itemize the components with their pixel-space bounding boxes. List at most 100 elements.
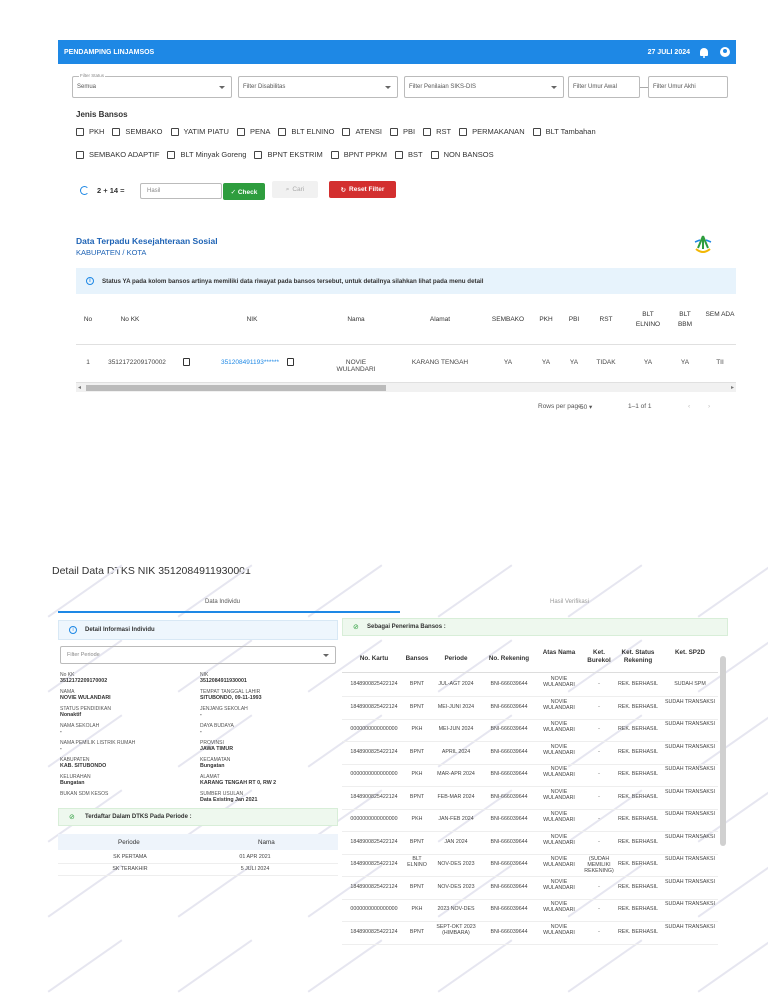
checkbox-box[interactable]	[112, 128, 121, 137]
checkbox-bpnt-ekstrim[interactable]: BPNT EKSTRIM	[254, 150, 323, 160]
checkbox-sembako[interactable]: SEMBAKO	[112, 127, 163, 137]
checkbox-box[interactable]	[459, 128, 468, 137]
bansos-cell: BNI-666039644	[490, 883, 528, 890]
checkbox-pkh[interactable]: PKH	[76, 127, 104, 137]
table-cell: 351208491193******	[220, 359, 280, 366]
bansos-cell: NOVIE WULANDARI	[543, 721, 575, 733]
reset-filter-button[interactable]: ↻ Reset Filter	[329, 181, 396, 198]
copy-kk-icon[interactable]	[183, 358, 190, 366]
field-value: Data Existing Jan 2021	[200, 797, 258, 803]
bansos-cell: BNI-666039644	[490, 816, 528, 822]
checkbox-box[interactable]	[423, 128, 432, 137]
umur-awal-placeholder: Filter Umur Awal	[573, 84, 617, 90]
checkbox-box[interactable]	[170, 128, 179, 137]
scrollbar-thumb[interactable]	[86, 385, 386, 391]
bansos-cell: SUDAH TRANSAKSI	[665, 766, 715, 772]
checkbox-yatim-piatu[interactable]: YATIM PIATU	[170, 127, 229, 137]
field-label: DAYA BUDAYA	[200, 723, 234, 729]
field-8: NAMA PEMILIK LISTRIK RUMAH -	[60, 740, 195, 752]
bansos-cell: SUDAH SPM	[674, 681, 706, 687]
watermark-stripe	[567, 564, 643, 618]
check-circle-icon: ⊘	[69, 814, 75, 821]
bansos-cell: PKH	[411, 906, 423, 912]
table-cell: TIDAK	[596, 359, 616, 366]
checkbox-non-bansos[interactable]: NON BANSOS	[430, 150, 494, 160]
status-filter-label: Filter Status	[79, 73, 106, 78]
checkbox-bpnt-ppkm[interactable]: BPNT PPKM	[330, 150, 387, 160]
checkbox-box[interactable]	[430, 151, 439, 160]
terdaftar-header: ⊘ Terdaftar Dalam DTKS Pada Periode :	[58, 808, 338, 826]
penilaian-filter-select[interactable]: Filter Penilaian SIKS-DIS	[404, 76, 564, 98]
checkbox-box[interactable]	[236, 128, 245, 137]
field-1: NIK 3512084911930001	[200, 672, 335, 684]
terdaftar-title: Terdaftar Dalam DTKS Pada Periode :	[85, 814, 192, 820]
checkbox-permakanan[interactable]: PERMAKANAN	[459, 127, 525, 137]
checkbox-blt-minyak-goreng[interactable]: BLT Minyak Goreng	[167, 150, 246, 160]
checkbox-label: SEMBAKO	[125, 127, 163, 136]
field-13: ALAMAT KARANG TENGAH RT 0, RW 2	[200, 774, 335, 786]
watermark-stripe	[437, 939, 513, 993]
bansos-column-header: Ket. SP2D	[674, 649, 706, 656]
checkbox-box[interactable]	[76, 151, 84, 160]
bansos-cell: -	[598, 816, 600, 822]
checkbox-box[interactable]	[167, 151, 176, 160]
bansos-cell: 0000000000000000	[350, 906, 398, 912]
checkbox-box[interactable]	[532, 128, 541, 137]
row-divider	[342, 831, 718, 832]
cari-button-label: Cari	[292, 186, 305, 193]
umur-awal-input[interactable]: Filter Umur Awal	[568, 76, 640, 98]
bansos-cell: -	[598, 771, 600, 777]
filter-periode-select[interactable]: Filter Periode	[60, 646, 336, 664]
checkbox-box[interactable]	[342, 128, 351, 137]
checkbox-bst[interactable]: BST	[394, 150, 423, 160]
bansos-cell: MAR-APR 2024	[437, 771, 475, 777]
bansos-cell: -	[598, 883, 600, 890]
bansos-cell: 1848900825422124	[350, 793, 398, 800]
checkbox-box[interactable]	[76, 128, 84, 137]
copy-nik-icon[interactable]	[287, 358, 294, 366]
page-range: 1–1 of 1	[628, 403, 652, 410]
scroll-right-icon[interactable]: ▸	[731, 384, 734, 391]
cari-button[interactable]: ⌕ Cari	[272, 181, 318, 198]
status-filter-select[interactable]: Filter Status Semua	[72, 73, 232, 98]
vertical-scrollbar[interactable]	[720, 656, 726, 846]
check-button[interactable]: ✓ Check	[223, 183, 265, 200]
horizontal-scrollbar[interactable]: ◂ ▸	[76, 382, 736, 392]
checkbox-pbi[interactable]: PBI	[390, 127, 415, 137]
captcha-input-placeholder: Hasil	[147, 188, 161, 194]
umur-akhir-input[interactable]: Filter Umur Akhi	[648, 76, 728, 98]
bansos-cell: APRIL 2024	[441, 748, 471, 755]
tab-data-individu[interactable]: Data Individu	[205, 599, 240, 605]
scroll-left-icon[interactable]: ◂	[78, 384, 81, 391]
field-11: KECAMATAN Bungatan	[200, 757, 335, 769]
disabilitas-filter-select[interactable]: Filter Disabilitas	[238, 76, 398, 98]
detail-info-title: Detail Informasi Individu	[85, 627, 155, 633]
bell-icon[interactable]	[700, 48, 708, 58]
table-cell: 3512172209170002	[108, 359, 166, 366]
checkbox-box[interactable]	[254, 151, 263, 160]
checkbox-atensi[interactable]: ATENSI	[342, 127, 382, 137]
captcha-answer-input[interactable]: Hasil	[140, 183, 222, 199]
checkbox-blt-tambahan[interactable]: BLT Tambahan	[532, 127, 596, 137]
column-header: Alamat	[429, 316, 451, 323]
tab-hasil-verifikasi[interactable]: Hasil Verifikasi	[550, 599, 589, 605]
checkbox-pena[interactable]: PENA	[236, 127, 270, 137]
account-icon[interactable]	[720, 47, 730, 57]
checkbox-rst[interactable]: RST	[423, 127, 451, 137]
checkbox-box[interactable]	[278, 128, 287, 137]
refresh-captcha-icon[interactable]	[80, 186, 89, 195]
bansos-cell: -	[598, 906, 600, 912]
checkbox-sembako-adaptif[interactable]: SEMBAKO ADAPTIF	[76, 150, 159, 160]
rows-per-page-select[interactable]: 50 ▾	[580, 403, 592, 411]
checkbox-blt-elnino[interactable]: BLT ELNINO	[278, 127, 334, 137]
checkbox-box[interactable]	[390, 128, 398, 137]
column-header: BLT ELNINO	[635, 311, 661, 328]
bansos-cell: NOVIE WULANDARI	[543, 833, 575, 846]
next-page-icon[interactable]: ›	[708, 403, 710, 410]
checkbox-box[interactable]	[394, 151, 403, 160]
bansos-column-header: Atas Nama	[542, 649, 576, 656]
prev-page-icon[interactable]: ‹	[688, 403, 690, 410]
header-divider	[76, 344, 736, 345]
checkbox-box[interactable]	[330, 151, 339, 160]
bansos-cell: 0000000000000000	[350, 816, 398, 822]
